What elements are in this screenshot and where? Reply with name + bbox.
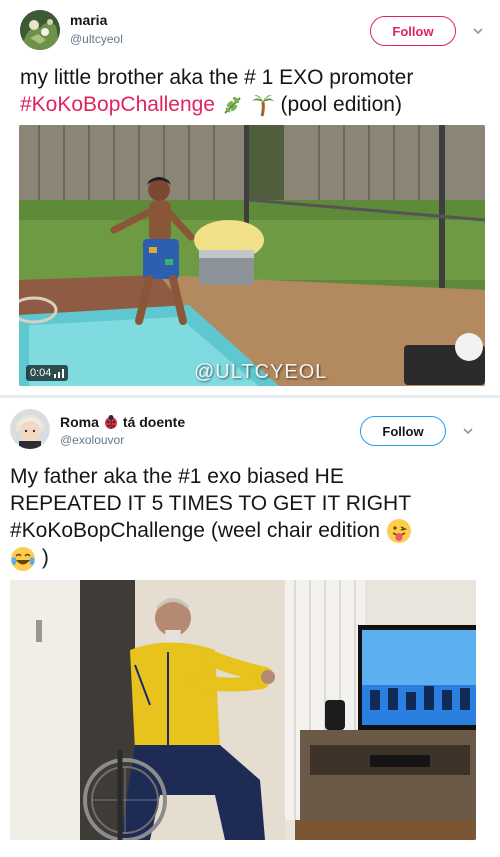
tweet-text-suffix: (weel chair edition: [210, 519, 381, 542]
ladybug-icon: [104, 415, 117, 429]
palm-tree-icon: [251, 95, 274, 117]
photo-frame: [10, 580, 476, 840]
follow-button[interactable]: Follow: [360, 416, 446, 446]
tweet-text-line1: My father aka the #1 exo biased HE: [10, 465, 344, 488]
author-handle[interactable]: @exolouvor: [60, 433, 124, 447]
tweet-text-line3: #KoKoBopChallenge (weel chair edition: [10, 517, 490, 544]
tweet-text-suffix: (pool edition): [280, 93, 402, 116]
tweet-text: My father aka the #1 exo biased HE REPEA…: [10, 463, 490, 572]
author-name-text: Roma: [60, 414, 99, 430]
volume-bars-icon: [54, 368, 65, 378]
tears-of-joy-face-icon: [11, 546, 35, 571]
follow-button[interactable]: Follow: [370, 16, 456, 46]
chevron-down-icon[interactable]: [461, 424, 475, 438]
tweet-photo[interactable]: [10, 580, 476, 840]
tweet-1: maria @ultcyeol Follow my little brother…: [0, 0, 500, 395]
tongue-out-face-icon: [386, 519, 411, 544]
video-time: 0:04: [30, 367, 52, 379]
author-name[interactable]: Roma tá doente: [60, 414, 185, 430]
author-name-suffix: tá doente: [122, 414, 186, 430]
video-player[interactable]: 0:04 @ULTCYEOL: [19, 125, 485, 386]
tweet-text-line2: REPEATED IT 5 TIMES TO GET IT RIGHT: [10, 492, 412, 515]
video-timestamp-badge: 0:04: [26, 365, 69, 381]
tweet-text-line4: ): [10, 544, 490, 571]
author-name[interactable]: maria: [70, 12, 107, 28]
hashtag-link[interactable]: #KoKoBopChallenge: [10, 519, 205, 542]
chevron-down-icon[interactable]: [471, 24, 485, 38]
tweet-text: my little brother aka the # 1 EXO promot…: [20, 64, 490, 118]
tweet-text-line2: #KoKoBopChallenge (pool edition): [20, 91, 490, 118]
video-watermark: @ULTCYEOL: [194, 361, 328, 383]
tweet-text-closing: ): [41, 546, 49, 570]
herb-leaf-icon: [224, 97, 241, 115]
tweet-2: Roma tá doente @exolouvor Follow My fath…: [0, 398, 500, 857]
author-handle[interactable]: @ultcyeol: [70, 32, 123, 46]
video-frame: [19, 125, 485, 386]
hashtag-link[interactable]: #KoKoBopChallenge: [20, 93, 215, 116]
tweet-text-line1: my little brother aka the # 1 EXO promot…: [20, 66, 414, 89]
avatar[interactable]: [10, 409, 50, 449]
avatar[interactable]: [20, 10, 60, 50]
